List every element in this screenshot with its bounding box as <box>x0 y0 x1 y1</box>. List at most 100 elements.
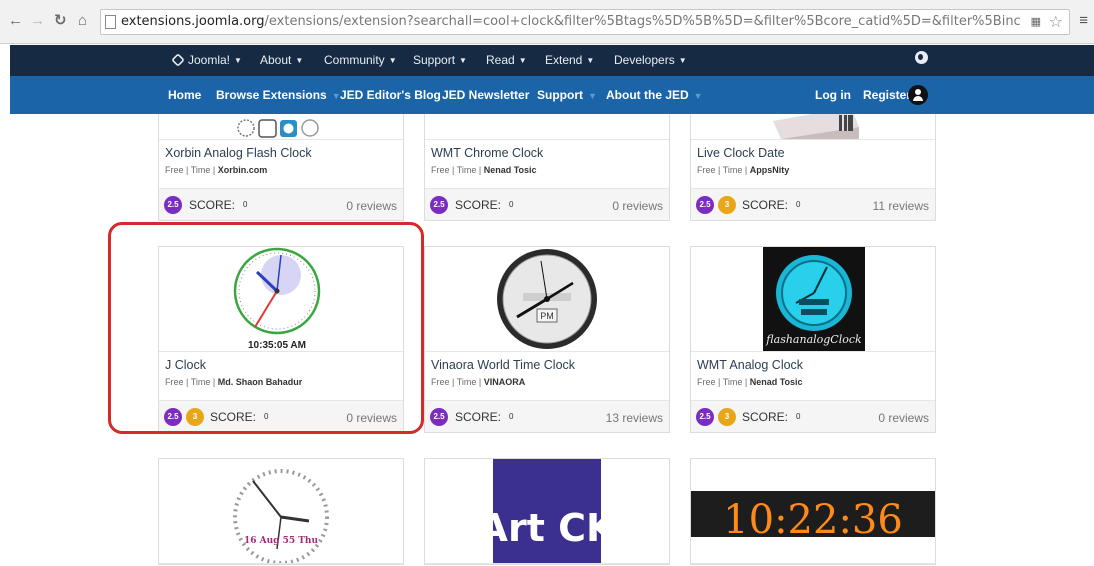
caret-down-icon: ▼ <box>234 56 242 65</box>
score: SCORE: 0 <box>189 198 247 212</box>
url-host: extensions.joomla.org <box>121 14 265 29</box>
extension-author[interactable]: Nenad Tosic <box>750 377 803 387</box>
extension-footer: 2.5 3 SCORE: 0 11 reviews <box>691 188 935 220</box>
nav-home[interactable]: Home <box>168 88 201 102</box>
extension-thumbnail[interactable]: Art CK <box>425 459 669 564</box>
extension-card[interactable]: Art CK <box>424 458 670 565</box>
caret-down-icon: ▼ <box>295 56 304 65</box>
world-time-clock-image: PM <box>497 249 597 349</box>
compat-badge: 2.5 <box>164 196 182 214</box>
nav-developers[interactable]: Developers ▼ <box>614 53 687 67</box>
reviews-link[interactable]: 0 reviews <box>346 199 397 213</box>
extension-license: Free <box>697 377 716 387</box>
back-arrow-icon[interactable]: ← <box>8 12 23 30</box>
extension-thumbnail[interactable]: flashanalogClock <box>691 247 935 352</box>
compat-badge: 2.5 <box>696 196 714 214</box>
score-value: 0 <box>796 200 801 209</box>
nav-about-jed[interactable]: About the JED ▼ <box>606 88 703 102</box>
address-bar[interactable]: extensions.joomla.org/extensions/extensi… <box>100 9 1070 35</box>
nav-editors-blog[interactable]: JED Editor's Blog <box>340 88 441 102</box>
extension-category: Time <box>456 377 477 387</box>
reload-icon[interactable]: ↻ <box>54 12 67 30</box>
compat-badge: 2.5 <box>696 408 714 426</box>
score-label: SCORE: <box>189 198 236 212</box>
score-value: 0 <box>509 412 514 421</box>
extension-card[interactable]: 16 Aug 55 Thu <box>158 458 404 565</box>
score: SCORE: 0 <box>742 410 800 424</box>
url-text[interactable]: extensions.joomla.org/extensions/extensi… <box>121 14 1021 29</box>
extension-author[interactable]: Nenad Tosic <box>484 165 537 175</box>
extension-title[interactable]: Vinaora World Time Clock <box>431 358 663 372</box>
extension-card[interactable]: WMT Chrome Clock Free | Time | Nenad Tos… <box>424 114 670 221</box>
nav-about-jed-label: About the JED <box>606 88 689 102</box>
nav-about[interactable]: About ▼ <box>260 53 303 67</box>
extension-author[interactable]: Xorbin.com <box>218 165 268 175</box>
extension-license: Free <box>431 165 450 175</box>
forward-arrow-icon[interactable]: → <box>30 12 45 30</box>
extension-thumbnail[interactable]: 16 Aug 55 Thu <box>159 459 403 564</box>
nav-support-jed[interactable]: Support ▼ <box>537 88 597 102</box>
extension-card[interactable]: Xorbin Analog Flash Clock Free | Time | … <box>158 114 404 221</box>
compat-badge: 3 <box>718 196 736 214</box>
extension-footer: 2.5 SCORE: 0 13 reviews <box>425 400 669 432</box>
extension-thumbnail[interactable] <box>425 114 669 140</box>
nav-support[interactable]: Support ▼ <box>413 53 467 67</box>
extension-card[interactable]: flashanalogClock WMT Analog Clock Free |… <box>690 246 936 433</box>
extension-title[interactable]: WMT Chrome Clock <box>431 146 663 160</box>
caret-down-icon: ▼ <box>678 56 687 65</box>
score: SCORE: 0 <box>455 410 513 424</box>
reviews-link[interactable]: 13 reviews <box>606 411 663 425</box>
extension-meta: Free | Time | Xorbin.com <box>165 165 268 175</box>
extension-thumbnail[interactable] <box>159 114 403 140</box>
extension-card[interactable]: PM Vinaora World Time Clock Free | Time … <box>424 246 670 433</box>
date-text: 16 Aug 55 Thu <box>244 536 319 546</box>
nav-community[interactable]: Community ▼ <box>324 53 397 67</box>
extension-author[interactable]: VINAORA <box>484 377 526 387</box>
extension-footer: 2.5 3 SCORE: 0 0 reviews <box>691 400 935 432</box>
compat-badge: 3 <box>718 408 736 426</box>
nav-extend[interactable]: Extend ▼ <box>545 53 594 67</box>
selection-highlight <box>108 222 424 434</box>
reviews-link[interactable]: 11 reviews <box>873 199 929 213</box>
extension-icon[interactable]: ▦ <box>1031 15 1041 28</box>
nav-joomla[interactable]: Joomla! ▼ <box>171 53 242 67</box>
extension-footer: 2.5 SCORE: 0 0 reviews <box>159 188 403 220</box>
nav-joomla-label: Joomla! <box>188 53 231 67</box>
caret-down-icon: ▼ <box>388 56 397 65</box>
date-clock-image: 16 Aug 55 Thu <box>233 469 329 563</box>
login-link[interactable]: Log in <box>815 88 851 102</box>
user-icon[interactable] <box>908 85 928 105</box>
reviews-link[interactable]: 0 reviews <box>612 199 663 213</box>
extension-card[interactable]: Live Clock Date Free | Time | AppsNity 2… <box>690 114 936 221</box>
extension-card[interactable]: 10:22:36 <box>690 458 936 565</box>
globe-icon[interactable] <box>915 51 928 64</box>
nav-support-label: Support <box>413 53 456 67</box>
extension-title[interactable]: WMT Analog Clock <box>697 358 929 372</box>
nav-browse-extensions-label: Browse Extensions <box>216 88 327 102</box>
extension-author[interactable]: AppsNity <box>750 165 790 175</box>
menu-icon[interactable]: ≡ <box>1079 12 1088 29</box>
register-link[interactable]: Register <box>863 88 911 102</box>
extension-thumbnail[interactable] <box>691 114 935 140</box>
nav-read[interactable]: Read ▼ <box>486 53 527 67</box>
extension-footer: 2.5 SCORE: 0 0 reviews <box>425 188 669 220</box>
nav-newsletter[interactable]: JED Newsletter <box>442 88 529 102</box>
digital-clock-image: 10:22:36 <box>691 491 935 543</box>
bookmark-star-icon[interactable]: ☆ <box>1049 12 1063 32</box>
extension-title[interactable]: Live Clock Date <box>697 146 929 160</box>
extension-license: Free <box>697 165 716 175</box>
extension-thumbnail[interactable]: 10:22:36 <box>691 459 935 564</box>
site-navigation: Home Browse Extensions ▼ JED Editor's Blo… <box>10 76 1094 114</box>
reviews-link[interactable]: 0 reviews <box>878 411 929 425</box>
nav-browse-extensions[interactable]: Browse Extensions ▼ <box>216 88 341 102</box>
extension-thumbnail[interactable]: PM <box>425 247 669 352</box>
extensions-grid: Xorbin Analog Flash Clock Free | Time | … <box>10 114 1094 566</box>
score-label: SCORE: <box>742 198 789 212</box>
score-label: SCORE: <box>742 410 789 424</box>
nav-support-jed-label: Support <box>537 88 583 102</box>
extension-title[interactable]: Xorbin Analog Flash Clock <box>165 146 397 160</box>
extension-category: Time <box>456 165 477 175</box>
caret-down-icon: ▼ <box>588 91 597 101</box>
home-icon[interactable]: ⌂ <box>78 12 87 30</box>
joomla-logo-icon <box>171 53 185 67</box>
